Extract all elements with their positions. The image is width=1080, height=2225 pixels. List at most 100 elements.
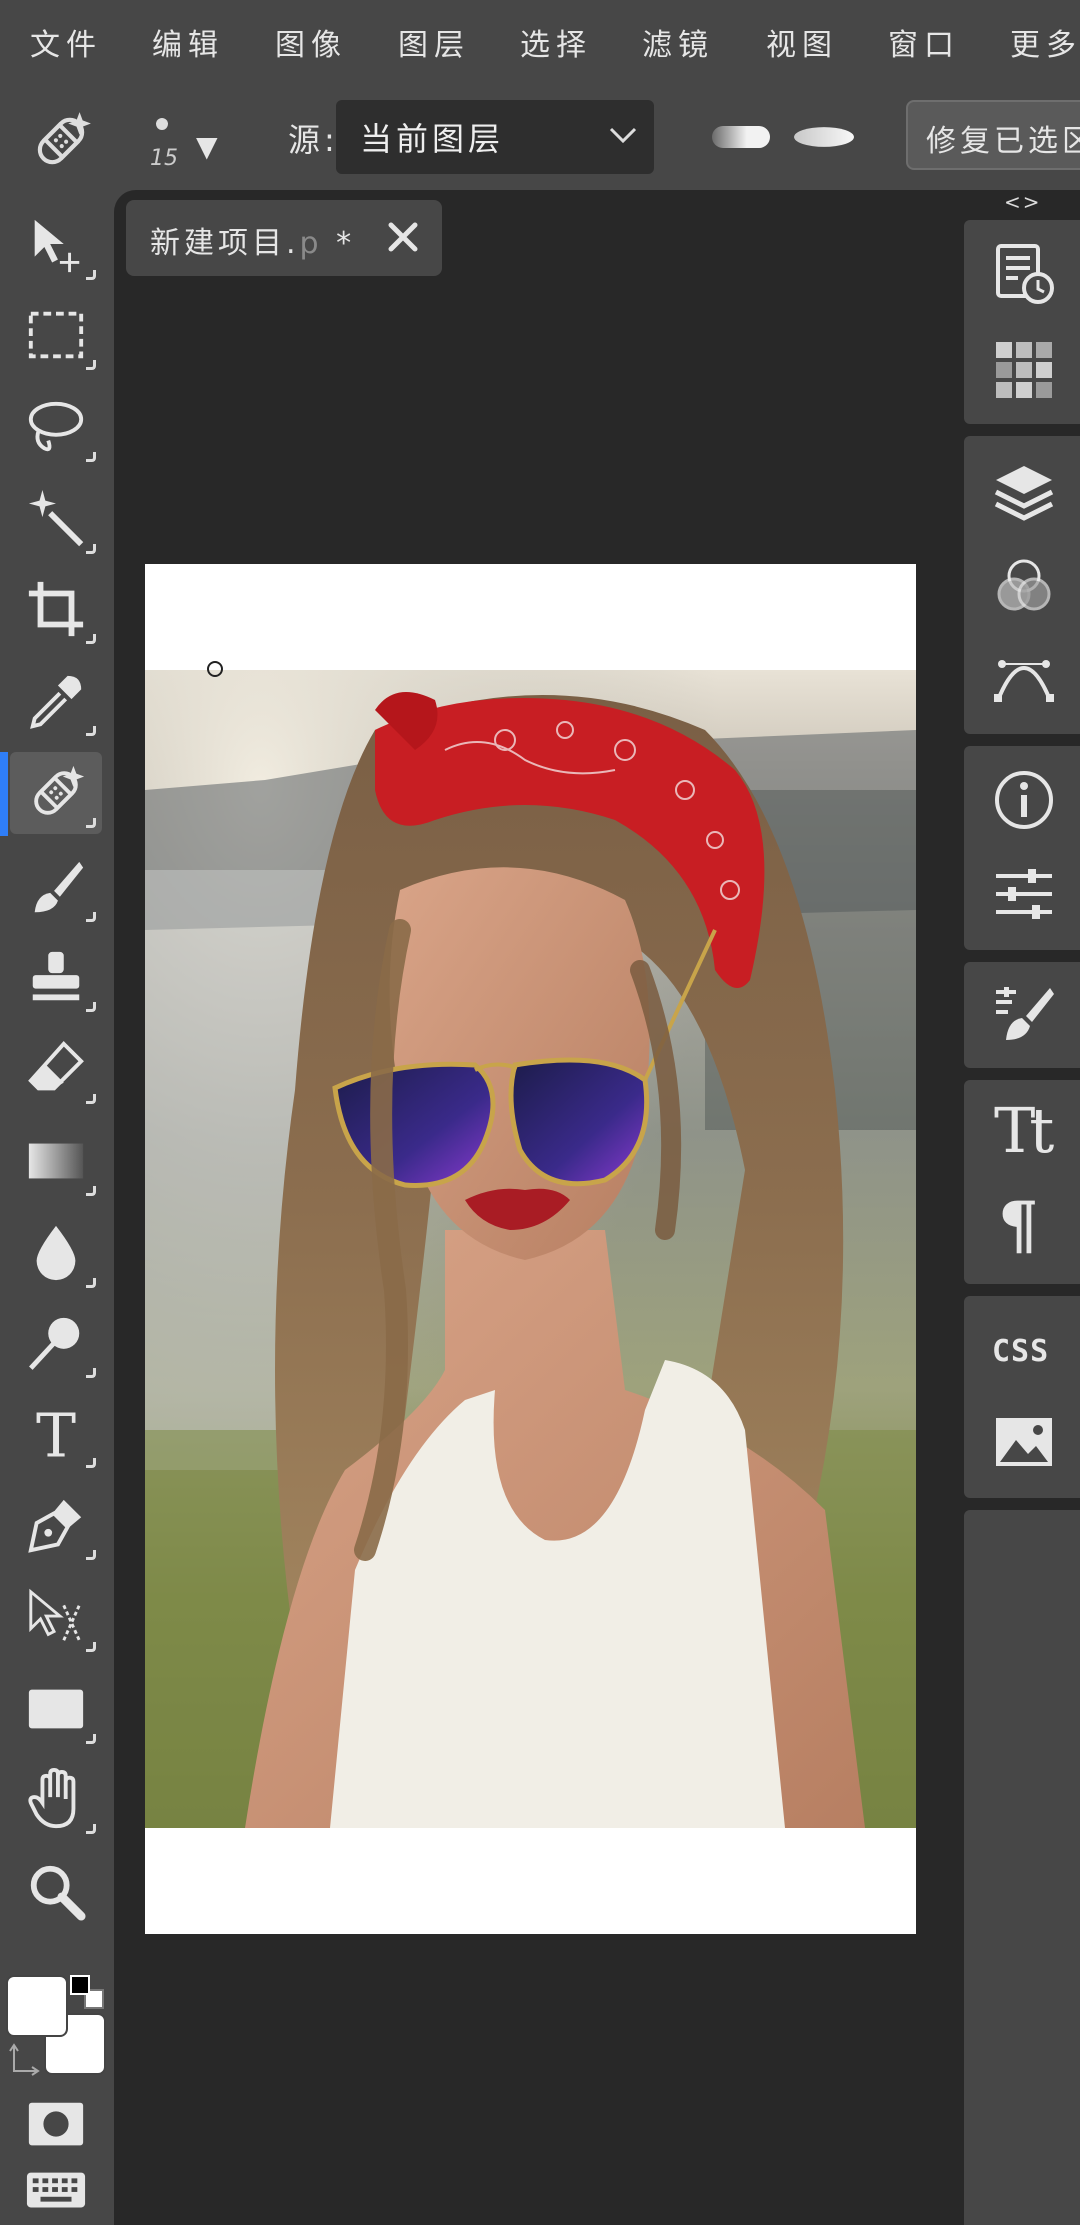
- paragraph-panel-icon[interactable]: ¶: [998, 1188, 1039, 1263]
- brush-preview-dot[interactable]: [156, 118, 168, 130]
- adjustments-sliders-icon[interactable]: [992, 862, 1056, 926]
- close-icon[interactable]: [384, 218, 422, 256]
- tool-hand[interactable]: [10, 1758, 102, 1840]
- tool-healing-brush[interactable]: [10, 752, 102, 834]
- tool-path-select[interactable]: [10, 1576, 102, 1658]
- layers-icon[interactable]: [992, 460, 1056, 524]
- panel-collapse-toggle[interactable]: <>: [1004, 190, 1042, 214]
- paths-curve-icon[interactable]: [992, 644, 1056, 708]
- brush-icon: [34, 861, 84, 913]
- healing-brush-icon: [34, 765, 85, 815]
- eyedropper-icon: [30, 675, 82, 729]
- heal-selection-button[interactable]: 修复已选区: [906, 100, 1080, 170]
- dodge-icon: [29, 1317, 80, 1370]
- menu-more[interactable]: 更多: [1010, 20, 1080, 64]
- panel-group-history: [964, 220, 1080, 424]
- panel-group-info: [964, 746, 1080, 950]
- default-colors-black-icon[interactable]: [70, 1975, 90, 1995]
- healing-brush-icon[interactable]: [28, 108, 94, 174]
- document-tab-ext: p: [299, 226, 323, 261]
- tool-brush[interactable]: [10, 846, 102, 928]
- path-select-icon: [29, 1588, 81, 1641]
- source-select[interactable]: 当前图层: [336, 100, 654, 174]
- character-panel-icon[interactable]: Tt: [994, 1094, 1054, 1167]
- source-select-value: 当前图层: [360, 120, 505, 158]
- zoom-magnifier-icon: [30, 1865, 86, 1921]
- canvas-photo: [145, 670, 916, 1828]
- tool-clone-stamp[interactable]: [10, 936, 102, 1018]
- clone-stamp-icon: [32, 951, 80, 1001]
- tool-marquee[interactable]: [10, 294, 102, 376]
- menu-edit[interactable]: 编辑: [152, 20, 224, 64]
- brush-size-value: 15: [150, 146, 178, 171]
- menu-image[interactable]: 图像: [275, 20, 347, 64]
- chevron-down-icon: [609, 127, 637, 144]
- tool-type[interactable]: T: [10, 1392, 102, 1474]
- move-arrow-icon: [34, 219, 80, 273]
- color-swatches: [6, 1975, 112, 2085]
- photo-editor-app: 文件 编辑 图像 图层 选择 滤镜 视图 窗口 更多 15 ▼ 源: 当前图层 …: [0, 0, 1080, 2225]
- active-tool-indicator: [0, 752, 8, 836]
- panel-group-layers: [964, 436, 1080, 734]
- pen-icon: [28, 1499, 82, 1553]
- quick-mask-icon: [28, 2102, 84, 2146]
- brush-dropdown-caret-icon[interactable]: ▼: [196, 130, 218, 163]
- eraser-icon: [28, 1040, 84, 1091]
- tool-eraser[interactable]: [10, 1028, 102, 1110]
- tool-blur[interactable]: [10, 1212, 102, 1294]
- tool-gradient[interactable]: [10, 1120, 102, 1202]
- magic-wand-icon: [28, 489, 84, 547]
- type-icon: T: [36, 1402, 76, 1464]
- image-panel-icon[interactable]: [992, 1410, 1056, 1474]
- heal-selection-label: 修复已选区: [926, 124, 1080, 159]
- brush-cursor: [207, 661, 223, 677]
- document-tab[interactable]: 新建项目.p *: [126, 200, 442, 276]
- panel-group-brushes: [964, 962, 1080, 1068]
- tool-keyboard[interactable]: [10, 2160, 102, 2220]
- menu-file[interactable]: 文件: [30, 20, 102, 64]
- lasso-icon: [28, 401, 84, 452]
- tool-shape[interactable]: [10, 1668, 102, 1750]
- menu-select[interactable]: 选择: [520, 20, 592, 64]
- history-icon[interactable]: [992, 242, 1056, 306]
- rectangle-shape-icon: [28, 1689, 84, 1729]
- channels-icon[interactable]: [992, 554, 1056, 618]
- menu-layer[interactable]: 图层: [398, 20, 470, 64]
- tool-zoom[interactable]: [10, 1850, 102, 1932]
- crop-icon: [28, 581, 84, 637]
- swap-colors-icon[interactable]: [8, 2041, 42, 2077]
- blur-drop-icon: [36, 1225, 76, 1281]
- menu-window[interactable]: 窗口: [888, 20, 960, 64]
- portrait-photo-image: [145, 670, 916, 1828]
- tool-move[interactable]: [10, 204, 102, 286]
- document-tab-modified: *: [322, 226, 356, 261]
- tool-eyedropper[interactable]: [10, 660, 102, 742]
- tool-dodge[interactable]: [10, 1302, 102, 1384]
- foreground-color-swatch[interactable]: [6, 1975, 68, 2037]
- menu-filter[interactable]: 滤镜: [642, 20, 714, 64]
- svg-text:T: T: [36, 1402, 76, 1464]
- tool-magic-wand[interactable]: [10, 478, 102, 560]
- stroke-mode-normal-icon[interactable]: [712, 126, 770, 148]
- document-tab-name: 新建项目.: [150, 226, 300, 261]
- document-tab-label: 新建项目.p *: [150, 218, 355, 262]
- brush-settings-icon[interactable]: [992, 982, 1056, 1046]
- hand-icon: [28, 1768, 76, 1829]
- panel-group-css: CSS: [964, 1296, 1080, 1498]
- swatches-grid-icon[interactable]: [992, 338, 1056, 402]
- document-canvas[interactable]: [145, 564, 916, 1934]
- tool-quick-mask[interactable]: [10, 2082, 102, 2166]
- css-panel-icon[interactable]: CSS: [992, 1334, 1049, 1369]
- keyboard-icon: [26, 2172, 86, 2208]
- source-label: 源:: [288, 121, 339, 159]
- rectangular-marquee-icon: [28, 311, 84, 359]
- tool-crop[interactable]: [10, 568, 102, 650]
- menu-view[interactable]: 视图: [766, 20, 838, 64]
- menu-bar: 文件 编辑 图像 图层 选择 滤镜 视图 窗口 更多: [0, 0, 1080, 90]
- tool-pen[interactable]: [10, 1484, 102, 1566]
- tool-lasso[interactable]: [10, 386, 102, 468]
- info-icon[interactable]: [992, 768, 1056, 832]
- gradient-icon: [28, 1143, 84, 1179]
- panel-group-type: Tt ¶: [964, 1080, 1080, 1284]
- panel-dock-empty: [964, 1510, 1080, 2225]
